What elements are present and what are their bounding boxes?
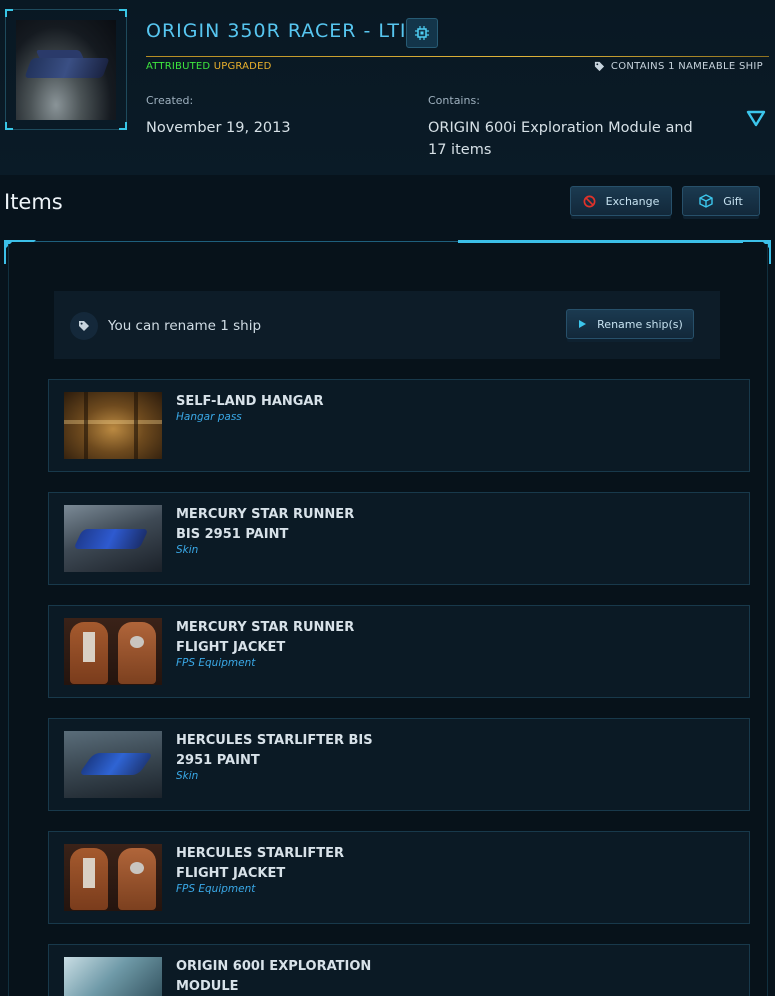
exchange-icon	[583, 195, 596, 207]
created-value: November 19, 2013	[146, 120, 291, 136]
rename-message: You can rename 1 ship	[108, 318, 262, 334]
item-type: Skin	[176, 544, 199, 556]
gift-button[interactable]: Gift	[682, 186, 760, 216]
frame-corner	[5, 122, 13, 130]
contains-label: Contains:	[428, 94, 480, 107]
item-card[interactable]: SELF-LAND HANGAR Hangar pass	[48, 379, 750, 472]
gift-label: Gift	[723, 194, 743, 208]
frame-corner	[119, 122, 127, 130]
ship-skin-image	[64, 505, 162, 572]
nameable-text: CONTAINS 1 NAMEABLE SHIP	[610, 61, 763, 72]
item-name: MERCURY STAR RUNNER BIS 2951 PAINT	[176, 507, 355, 542]
rename-button-label: Rename ship(s)	[597, 317, 683, 331]
item-card[interactable]: HERCULES STARLIFTER FLIGHT JACKET FPS Eq…	[48, 831, 750, 924]
module-image	[64, 957, 162, 996]
ship-thumbnail-frame[interactable]	[5, 9, 127, 130]
hangar-image	[64, 392, 162, 459]
pledge-title: ORIGIN 350R RACER - LTI	[146, 20, 407, 42]
expand-arrow-icon[interactable]	[746, 110, 766, 128]
contains-line-2: 17 items	[428, 142, 492, 158]
item-name: HERCULES STARLIFTER BIS 2951 PAINT	[176, 733, 373, 768]
frame-corner	[5, 9, 13, 17]
play-icon	[579, 320, 587, 328]
title-divider	[146, 56, 769, 57]
section-divider-highlight	[458, 240, 743, 243]
item-card[interactable]: HERCULES STARLIFTER BIS 2951 PAINT Skin	[48, 718, 750, 811]
nameable-ship-badge: CONTAINS 1 NAMEABLE SHIP	[594, 61, 763, 72]
items-heading: Items	[4, 190, 63, 214]
item-card[interactable]: MERCURY STAR RUNNER BIS 2951 PAINT Skin	[48, 492, 750, 585]
exchange-button[interactable]: Exchange	[570, 186, 672, 216]
item-name: MERCURY STAR RUNNER FLIGHT JACKET	[176, 620, 355, 655]
item-type: FPS Equipment	[176, 657, 256, 669]
item-name: ORIGIN 600I EXPLORATION MODULE	[176, 959, 372, 994]
attributed-badge: ATTRIBUTED	[146, 61, 211, 72]
upgraded-badge: UPGRADED	[213, 61, 272, 72]
item-type: Hangar pass	[176, 411, 242, 423]
item-type: Skin	[176, 770, 199, 782]
rename-tag-icon-wrap	[70, 312, 98, 340]
gift-icon	[699, 194, 713, 208]
item-card[interactable]: MERCURY STAR RUNNER FLIGHT JACKET FPS Eq…	[48, 605, 750, 698]
pledge-header: ORIGIN 350R RACER - LTI ATTRIBUTED UPGRA…	[0, 0, 775, 175]
contains-line-1: ORIGIN 600i Exploration Module and	[428, 120, 693, 136]
item-name: HERCULES STARLIFTER FLIGHT JACKET	[176, 846, 344, 881]
item-type: FPS Equipment	[176, 883, 256, 895]
upgrade-chip-button[interactable]	[406, 18, 438, 48]
item-card[interactable]: ORIGIN 600I EXPLORATION MODULE	[48, 944, 750, 996]
jacket-image	[64, 618, 162, 685]
jacket-image	[64, 844, 162, 911]
ship-skin-image	[64, 731, 162, 798]
tag-icon	[594, 61, 604, 72]
created-label: Created:	[146, 94, 194, 107]
tag-icon	[79, 321, 89, 331]
rename-ships-button[interactable]: Rename ship(s)	[566, 309, 694, 339]
frame-corner	[119, 9, 127, 17]
ship-thumbnail-image	[16, 20, 116, 120]
exchange-label: Exchange	[605, 194, 660, 208]
status-badges: ATTRIBUTED UPGRADED	[146, 61, 272, 72]
chip-icon	[415, 26, 429, 40]
item-name: SELF-LAND HANGAR	[176, 394, 324, 409]
